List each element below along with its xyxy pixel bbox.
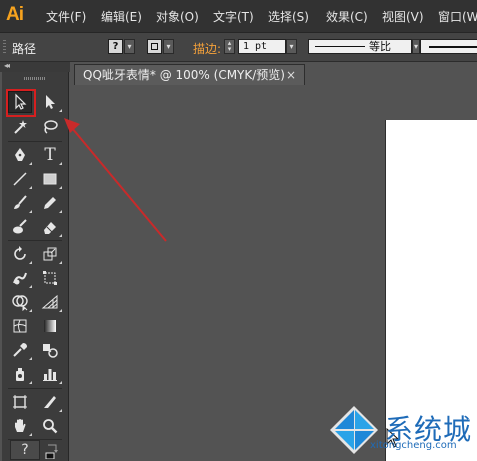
watermark-url: xitongcheng.com — [370, 440, 457, 451]
annotation-arrow-icon — [64, 118, 167, 242]
